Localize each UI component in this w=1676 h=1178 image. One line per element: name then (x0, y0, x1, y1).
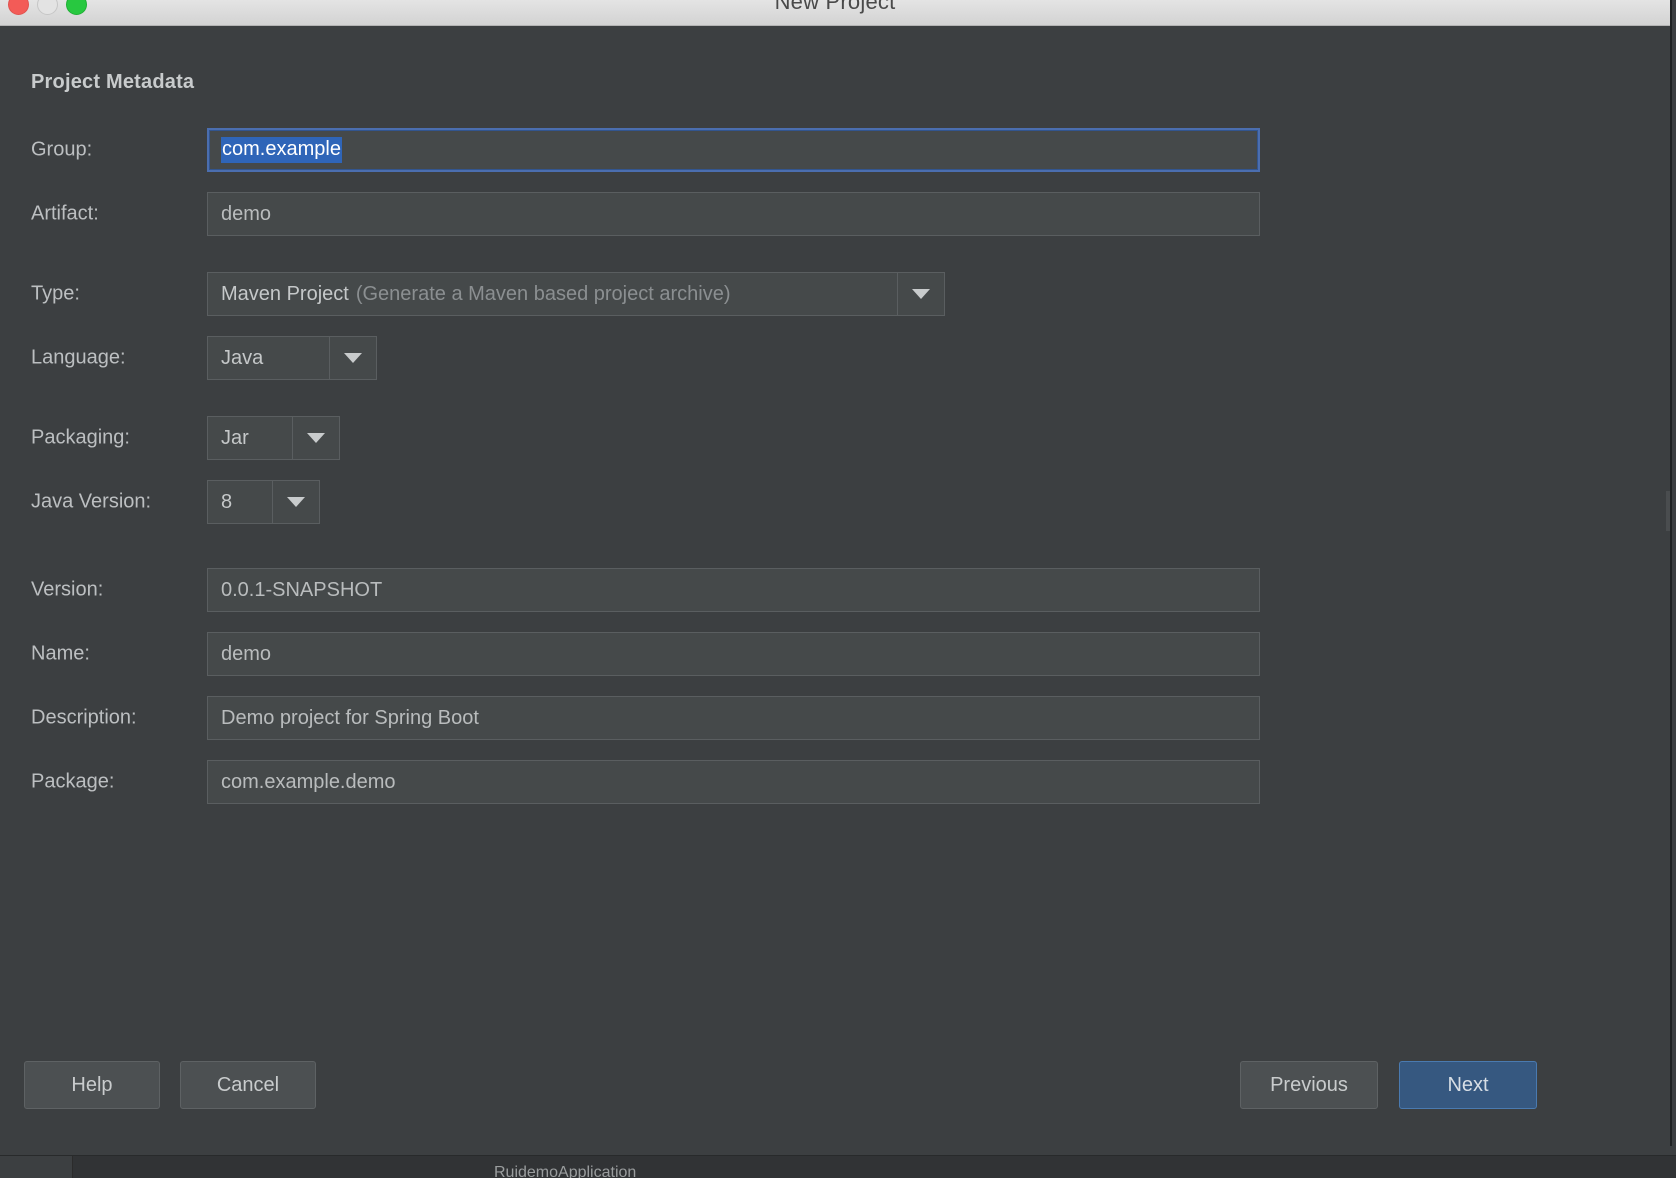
description-label: Description: (31, 706, 137, 729)
packaging-select-value-wrap: Jar (208, 417, 292, 459)
packaging-select[interactable]: Jar (207, 416, 340, 460)
row-version: Version: 0.0.1-SNAPSHOT (0, 558, 1670, 622)
language-select[interactable]: Java (207, 336, 377, 380)
packaging-select-arrow[interactable] (292, 417, 339, 459)
dialog-body: Project Metadata Group: com.example Arti… (0, 26, 1670, 1146)
package-input-value: com.example.demo (221, 770, 396, 793)
description-input[interactable]: Demo project for Spring Boot (207, 696, 1260, 740)
artifact-label: Artifact: (31, 202, 99, 225)
chevron-down-icon (912, 289, 930, 299)
minimize-button[interactable] (37, 0, 58, 15)
artifact-input[interactable]: demo (207, 192, 1260, 236)
java-version-select[interactable]: 8 (207, 480, 320, 524)
dialog-title: New Project (774, 0, 896, 14)
language-select-arrow[interactable] (329, 337, 376, 379)
row-name: Name: demo (0, 622, 1670, 686)
help-button[interactable]: Help (24, 1061, 160, 1109)
java-version-select-value: 8 (221, 490, 233, 513)
version-label: Version: (31, 578, 104, 601)
group-label: Group: (31, 138, 93, 161)
dialog-button-bar: Help Cancel Previous Next (0, 1061, 1670, 1109)
language-select-value-wrap: Java (208, 337, 329, 379)
name-label: Name: (31, 642, 90, 665)
java-version-select-arrow[interactable] (272, 481, 319, 523)
artifact-input-value: demo (221, 202, 272, 225)
type-label: Type: (31, 282, 80, 305)
language-select-value: Java (221, 346, 264, 369)
row-package: Package: com.example.demo (0, 750, 1670, 814)
group-input-value: com.example (221, 137, 342, 163)
screen-root: RuidemoApplication New Project Project M… (0, 0, 1676, 1178)
java-version-label: Java Version: (31, 490, 152, 513)
new-project-dialog: New Project Project Metadata Group: com.… (0, 0, 1672, 1146)
row-group: Group: com.example (0, 118, 1670, 182)
row-type: Type: Maven Project (Generate a Maven ba… (0, 262, 1670, 326)
type-select-hint: (Generate a Maven based project archive) (355, 282, 731, 305)
type-select-value-wrap: Maven Project (Generate a Maven based pr… (208, 273, 897, 315)
packaging-label: Packaging: (31, 426, 130, 449)
row-packaging: Packaging: Jar (0, 406, 1670, 470)
name-input[interactable]: demo (207, 632, 1260, 676)
java-version-select-value-wrap: 8 (208, 481, 272, 523)
background-status-label: RuidemoApplication (494, 1164, 637, 1178)
row-description: Description: Demo project for Spring Boo… (0, 686, 1670, 750)
page-title: Project Metadata (31, 71, 195, 93)
row-language: Language: Java (0, 326, 1670, 390)
close-button[interactable] (8, 0, 29, 15)
package-label: Package: (31, 770, 115, 793)
chevron-down-icon (344, 353, 362, 363)
version-input-value: 0.0.1-SNAPSHOT (221, 578, 383, 601)
previous-button[interactable]: Previous (1240, 1061, 1378, 1109)
name-input-value: demo (221, 642, 272, 665)
background-status-cell (0, 1156, 73, 1178)
dialog-titlebar[interactable]: New Project (0, 0, 1670, 26)
language-label: Language: (31, 346, 126, 369)
chevron-down-icon (287, 497, 305, 507)
cancel-button[interactable]: Cancel (180, 1061, 316, 1109)
project-metadata-form: Group: com.example Artifact: demo Type: (0, 118, 1670, 814)
type-select-arrow[interactable] (897, 273, 944, 315)
type-select[interactable]: Maven Project (Generate a Maven based pr… (207, 272, 945, 316)
scroll-indicator[interactable] (1666, 491, 1670, 531)
maximize-button[interactable] (66, 0, 87, 15)
row-java-version: Java Version: 8 (0, 470, 1670, 534)
background-status-bar: RuidemoApplication (0, 1155, 1676, 1178)
package-input[interactable]: com.example.demo (207, 760, 1260, 804)
next-button[interactable]: Next (1399, 1061, 1537, 1109)
type-select-value: Maven Project (221, 282, 349, 305)
group-input[interactable]: com.example (207, 128, 1260, 172)
chevron-down-icon (307, 433, 325, 443)
packaging-select-value: Jar (221, 426, 249, 449)
version-input[interactable]: 0.0.1-SNAPSHOT (207, 568, 1260, 612)
row-artifact: Artifact: demo (0, 182, 1670, 246)
window-controls (8, 0, 87, 15)
description-input-value: Demo project for Spring Boot (221, 706, 479, 729)
